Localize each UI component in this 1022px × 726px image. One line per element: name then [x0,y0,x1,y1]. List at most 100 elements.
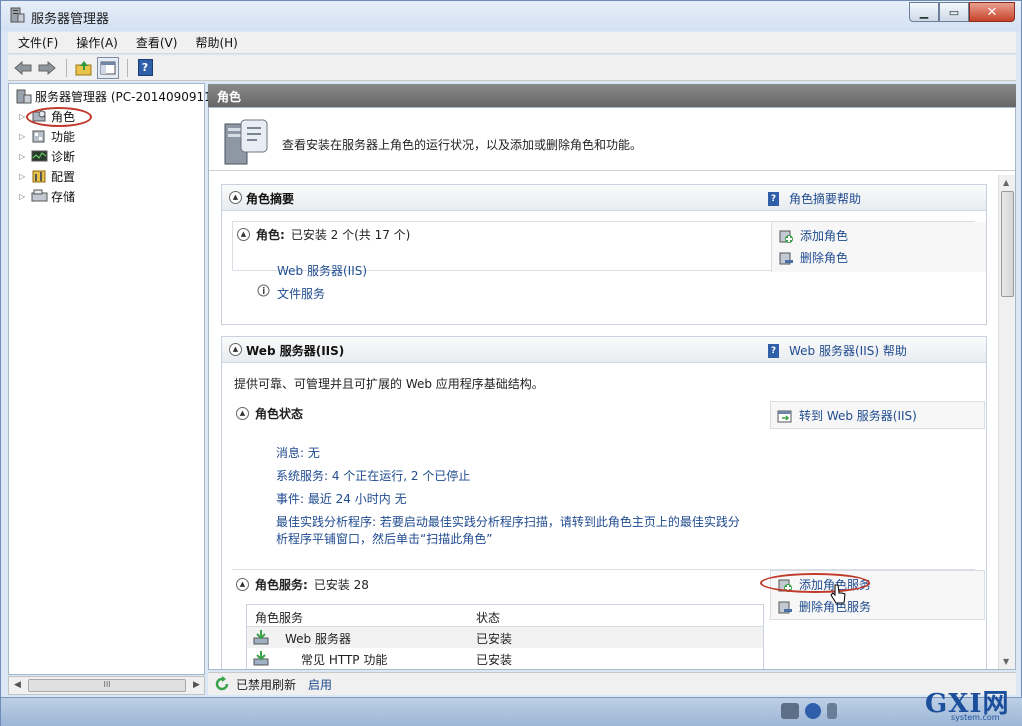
console-tree-icon [100,61,116,74]
column-header-status[interactable]: 状态 [476,609,500,626]
collapse-icon[interactable]: ▲ [229,191,242,204]
minimize-icon: ▁ [919,5,929,19]
add-roles-link[interactable]: 添加角色 [778,227,848,244]
expand-icon[interactable]: ▷ [19,152,29,161]
annotation-highlight [26,107,92,127]
menu-view[interactable]: 查看(V) [126,34,186,51]
up-level-button[interactable] [73,57,95,79]
hand-cursor-icon [830,584,846,604]
show-hide-tree-button[interactable] [97,56,119,79]
scroll-down-icon[interactable]: ▼ [1003,657,1009,666]
tree-root-server[interactable]: 服务器管理器 (PC-2014090911 [13,88,212,105]
remove-role-icon [779,252,793,264]
menu-file[interactable]: 文件(F) [8,34,66,51]
tree-root-label: 服务器管理器 (PC-2014090911 [35,90,212,104]
folder-up-icon [75,60,92,75]
forward-button[interactable] [36,57,58,79]
divider [209,170,1015,171]
table-row[interactable]: 常见 HTTP 功能 已安装 [247,648,763,669]
tree-item-configuration[interactable]: ▷ 配置 [19,168,75,185]
iis-section: ▲ Web 服务器(IIS) ? Web 服务器(IIS) 帮助 提供可靠、可管… [221,336,987,669]
role-status-subsection: ▲ 角色状态 转到 Web 服务器(IIS) [232,401,985,429]
tree-item-diagnostics[interactable]: ▷ 诊断 [19,148,75,165]
remove-roles-label: 删除角色 [800,251,849,265]
tree-horizontal-scrollbar[interactable]: ◀ III ▶ [8,676,205,695]
status-bar: 已禁用刷新 启用 [208,672,1016,695]
enable-refresh-link[interactable]: 启用 [308,676,332,693]
tree-item-storage[interactable]: ▷ 存储 [19,188,75,205]
back-button[interactable] [12,57,34,79]
refresh-icon [215,676,229,691]
tree-item-label: 存储 [51,190,76,204]
iis-description: 提供可靠、可管理并且可扩展的 Web 应用程序基础结构。 [234,377,544,391]
collapse-icon[interactable]: ▲ [236,578,249,591]
collapse-icon[interactable]: ▲ [229,343,242,356]
keyboard-icon[interactable] [781,703,799,719]
menu-help[interactable]: 帮助(H) [185,34,245,51]
storage-icon [31,189,48,202]
scroll-thumb[interactable] [1001,191,1014,297]
status-events: 事件: 最近 24 小时内 无 [276,492,407,506]
role-status-title: 角色状态 [255,407,304,421]
close-button[interactable]: ✕ [969,2,1015,22]
roles-summary-help-link[interactable]: ? 角色摘要帮助 [768,190,861,207]
menu-action[interactable]: 操作(A) [66,34,126,51]
status-system-services: 系统服务: 4 个正在运行, 2 个已停止 [276,469,471,483]
scroll-right-icon[interactable]: ▶ [193,680,200,690]
minimize-button[interactable]: ▁ [909,2,939,22]
remove-role-services-link[interactable]: 删除角色服务 [777,598,871,615]
table-row[interactable]: Web 服务器 已安装 [247,627,763,648]
toolbar: ? [8,55,1016,81]
expand-icon[interactable]: ▷ [19,172,29,181]
table-header: 角色服务 状态 [247,605,763,627]
role-service-status: 已安装 [476,653,513,667]
subsection-header: ▲ 角色: 已安装 2 个(共 17 个) [237,226,410,243]
configuration-icon [32,170,46,183]
subsection-header: ▲ 角色状态 [236,405,303,422]
features-icon [32,130,45,143]
pane-vertical-scrollbar[interactable]: ▲ ▼ [998,175,1015,669]
maximize-button[interactable]: ▭ [939,2,969,22]
roles-count: 已安装 2 个(共 17 个) [290,228,411,242]
window-title: 服务器管理器 [31,12,110,27]
scroll-up-icon[interactable]: ▲ [1003,178,1009,187]
window-controls: ▁ ▭ ✕ [909,2,1015,22]
intro-banner [221,118,271,166]
server-roles-icon [224,119,268,165]
menu-bar: 文件(F) 操作(A) 查看(V) 帮助(H) [8,32,1016,54]
role-service-name: 常见 HTTP 功能 [301,653,388,667]
maximize-icon: ▭ [948,5,960,19]
chevron-icon[interactable] [827,703,837,719]
help-icon[interactable] [805,703,821,719]
file-services-link[interactable]: 文件服务 [277,285,325,302]
expand-icon[interactable]: ▷ [19,132,29,141]
expand-icon[interactable]: ▷ [19,192,29,201]
help-icon: ? [768,343,779,358]
scroll-thumb[interactable]: III [28,679,186,692]
status-messages: 消息: 无 [276,446,320,460]
scroll-left-icon[interactable]: ◀ [14,680,21,690]
section-title: Web 服务器(IIS) [246,344,345,358]
help-button[interactable]: ? [134,57,156,79]
installed-icon [253,651,269,666]
goto-iis-label: 转到 Web 服务器(IIS) [799,409,917,423]
goto-iis-link[interactable]: 转到 Web 服务器(IIS) [777,407,917,424]
add-role-icon [779,230,793,243]
tree-item-label: 诊断 [51,150,76,164]
column-header-role-service[interactable]: 角色服务 [255,609,303,626]
collapse-icon[interactable]: ▲ [237,228,250,241]
roles-actions: 添加角色 删除角色 [771,222,986,272]
navigation-tree: 服务器管理器 (PC-2014090911 ▷ 角色 ▷ 功能 ▷ 诊断 ▷ 配… [8,83,212,675]
refresh-status-text: 已禁用刷新 [236,677,297,692]
goto-icon [777,410,792,422]
iis-role-link[interactable]: Web 服务器(IIS) [277,262,367,279]
section-title: 角色摘要 [246,192,295,206]
toolbar-separator-2 [127,58,128,77]
remove-roles-link[interactable]: 删除角色 [778,249,848,266]
subsection-header: ▲ 角色服务: 已安装 28 [236,576,369,593]
tree-item-features[interactable]: ▷ 功能 [19,128,75,145]
collapse-icon[interactable]: ▲ [236,407,249,420]
iis-help-link[interactable]: ? Web 服务器(IIS) 帮助 [768,342,907,359]
annotation-highlight [760,573,870,593]
roles-summary-section: ▲ 角色摘要 ? 角色摘要帮助 ▲ 角色: 已安装 2 个(共 17 个) 添加… [221,184,987,325]
